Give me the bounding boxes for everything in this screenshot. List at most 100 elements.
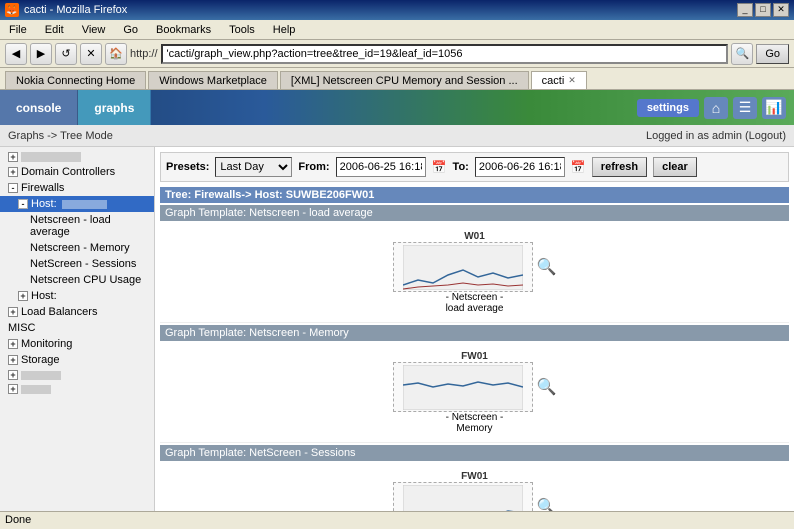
sidebar-item-extra1[interactable]: + — [0, 368, 154, 382]
address-label: http:// — [130, 48, 158, 60]
content-area: Presets: Last Day Last Week Last Month L… — [155, 147, 794, 511]
tab-console[interactable]: console — [0, 90, 78, 125]
menu-file[interactable]: File — [5, 23, 31, 37]
app-header: console graphs settings ⌂ ☰ 📊 — [0, 90, 794, 125]
graph-label-load: - Netscreen - load average — [446, 292, 504, 314]
sidebar-item-host[interactable]: - Host: — [0, 196, 154, 212]
refresh-button[interactable]: refresh — [592, 157, 647, 177]
status-bar: Done — [0, 511, 794, 529]
sidebar: + + Domain Controllers - Firewalls - Hos… — [0, 147, 155, 511]
browser-tab-nokia[interactable]: Nokia Connecting Home — [5, 71, 146, 89]
presets-select[interactable]: Last Day Last Week Last Month Last Year — [215, 157, 292, 177]
sidebar-item-domain-controllers[interactable]: + Domain Controllers — [0, 164, 154, 180]
expand-icon[interactable]: + — [8, 384, 18, 394]
logged-in-status: Logged in as admin (Logout) — [646, 130, 786, 142]
close-tab-icon[interactable]: ✕ — [568, 75, 576, 86]
browser-frame: 🦊 cacti - Mozilla Firefox _ □ ✕ File Edi… — [0, 0, 794, 529]
to-input[interactable] — [475, 157, 565, 177]
back-button[interactable]: ◀ — [5, 43, 27, 65]
go-button[interactable]: Go — [756, 44, 789, 64]
home-button[interactable]: 🏠 — [105, 43, 127, 65]
graph-template-load-avg: Graph Template: Netscreen - load average — [160, 205, 789, 221]
graph-item-memory: FW01 🔍 - Netscreen - — [393, 351, 557, 434]
clear-button[interactable]: clear — [653, 157, 697, 177]
maximize-button[interactable]: □ — [755, 3, 771, 17]
list-icon[interactable]: ☰ — [733, 97, 757, 119]
expand-icon[interactable]: + — [8, 370, 18, 380]
menu-view[interactable]: View — [78, 23, 110, 37]
app-nav: console graphs — [0, 90, 151, 125]
to-label: To: — [453, 161, 469, 173]
sidebar-item-load-balancers[interactable]: + Load Balancers — [0, 304, 154, 320]
expand-icon[interactable]: + — [8, 307, 18, 317]
sidebar-label: NetScreen - Sessions — [30, 258, 136, 270]
address-input[interactable] — [161, 44, 729, 64]
browser-tab-cacti[interactable]: cacti ✕ — [531, 71, 587, 89]
tab-graphs[interactable]: graphs — [78, 90, 151, 125]
expand-icon[interactable]: - — [18, 199, 28, 209]
sidebar-item-ns-cpu[interactable]: Netscreen CPU Usage — [0, 272, 154, 288]
sidebar-label: Storage — [21, 354, 60, 366]
sidebar-label: MISC — [8, 322, 36, 334]
menu-tools[interactable]: Tools — [225, 23, 259, 37]
sidebar-item-host2[interactable]: + Host: — [0, 288, 154, 304]
browser-tab-marketplace[interactable]: Windows Marketplace — [148, 71, 278, 89]
sidebar-item-firewalls[interactable]: - Firewalls — [0, 180, 154, 196]
title-bar: 🦊 cacti - Mozilla Firefox _ □ ✕ — [0, 0, 794, 20]
home-icon[interactable]: ⌂ — [704, 97, 728, 119]
menu-help[interactable]: Help — [269, 23, 300, 37]
graph-thumbnail-load — [393, 242, 533, 292]
tree-header: Tree: Firewalls-> Host: SUWBE206FW01 — [160, 187, 789, 203]
sidebar-label: Netscreen CPU Usage — [30, 274, 141, 286]
window-controls: _ □ ✕ — [737, 3, 789, 17]
main-area: + + Domain Controllers - Firewalls - Hos… — [0, 147, 794, 511]
sidebar-item-monitoring[interactable]: + Monitoring — [0, 336, 154, 352]
sidebar-label: Host: — [31, 290, 57, 302]
sidebar-label: Netscreen - Memory — [30, 242, 130, 254]
chart-icon[interactable]: 📊 — [762, 97, 786, 119]
graph-node-label-mem: FW01 — [461, 351, 488, 362]
sidebar-label: Firewalls — [21, 182, 64, 194]
menu-bookmarks[interactable]: Bookmarks — [152, 23, 215, 37]
expand-icon[interactable]: + — [18, 291, 28, 301]
menu-go[interactable]: Go — [119, 23, 142, 37]
sidebar-item-ns-sessions[interactable]: NetScreen - Sessions — [0, 256, 154, 272]
graph-row-load: W01 🔍 - Net — [160, 223, 789, 323]
sidebar-item-ns-load[interactable]: Netscreen - load average — [0, 212, 154, 240]
graph-template-memory: Graph Template: Netscreen - Memory — [160, 325, 789, 341]
zoom-icon-sessions[interactable]: 🔍 — [537, 497, 557, 511]
expand-icon[interactable]: + — [8, 167, 18, 177]
graph-thumbnail-memory — [393, 362, 533, 412]
sidebar-item-ns-memory[interactable]: Netscreen - Memory — [0, 240, 154, 256]
settings-button[interactable]: settings — [637, 99, 699, 117]
zoom-icon-memory[interactable]: 🔍 — [537, 377, 557, 397]
zoom-icon-load[interactable]: 🔍 — [537, 257, 557, 277]
expand-icon[interactable]: - — [8, 183, 18, 193]
app-content: console graphs settings ⌂ ☰ 📊 Graphs -> … — [0, 90, 794, 511]
sidebar-label: Monitoring — [21, 338, 72, 350]
search-icon[interactable]: 🔍 — [731, 43, 753, 65]
from-input[interactable] — [336, 157, 426, 177]
status-text: Done — [5, 514, 31, 526]
from-calendar-icon[interactable]: 📅 — [432, 160, 447, 174]
expand-icon[interactable]: + — [8, 339, 18, 349]
sidebar-item-top1[interactable]: + — [0, 150, 154, 164]
graph-item-sessions: FW01 🔍 - NetScreen - — [393, 471, 557, 511]
menu-edit[interactable]: Edit — [41, 23, 68, 37]
to-calendar-icon[interactable]: 📅 — [571, 160, 586, 174]
sidebar-item-extra2[interactable]: + — [0, 382, 154, 396]
browser-tab-xml[interactable]: [XML] Netscreen CPU Memory and Session .… — [280, 71, 529, 89]
menu-bar: File Edit View Go Bookmarks Tools Help — [0, 20, 794, 40]
sidebar-item-storage[interactable]: + Storage — [0, 352, 154, 368]
reload-button[interactable]: ↺ — [55, 43, 77, 65]
close-button[interactable]: ✕ — [773, 3, 789, 17]
toolbar: ◀ ▶ ↺ ✕ 🏠 http:// 🔍 Go — [0, 40, 794, 68]
graph-template-sessions: Graph Template: NetScreen - Sessions — [160, 445, 789, 461]
expand-icon[interactable]: + — [8, 355, 18, 365]
forward-button[interactable]: ▶ — [30, 43, 52, 65]
expand-icon[interactable]: + — [8, 152, 18, 162]
stop-button[interactable]: ✕ — [80, 43, 102, 65]
minimize-button[interactable]: _ — [737, 3, 753, 17]
sidebar-item-misc[interactable]: MISC — [0, 320, 154, 336]
graph-row-sessions: FW01 🔍 - NetScreen - — [160, 463, 789, 511]
